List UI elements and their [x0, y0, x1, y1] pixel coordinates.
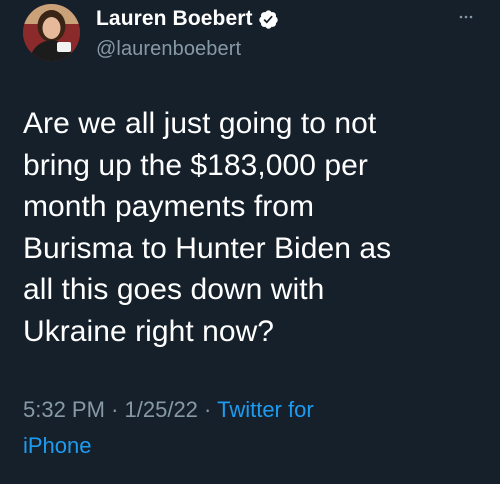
tweet-text: Are we all just going to not bring up th… [23, 103, 493, 352]
more-options-icon[interactable] [455, 6, 477, 28]
tweet: Lauren Boebert @laurenboebert Are we all… [0, 0, 500, 484]
meta-separator: · [204, 397, 212, 422]
tweet-text-line: Ukraine right now? [23, 314, 275, 348]
source-label-part2: iPhone [23, 433, 92, 458]
tweet-text-line: Are we all just going to not [23, 107, 377, 140]
display-name[interactable]: Lauren Boebert [96, 7, 253, 31]
tweet-text-line: Burisma to Hunter Biden as [23, 231, 392, 265]
tweet-text-line: bring up the $183,000 per [23, 148, 368, 182]
source-label-part1: Twitter for [217, 397, 314, 422]
avatar-image [23, 4, 80, 61]
tweet-text-line: all this goes down with [23, 273, 325, 306]
avatar[interactable] [23, 4, 80, 61]
tweet-text-line: month payments from [23, 190, 315, 223]
author-handle[interactable]: @laurenboebert [96, 38, 241, 61]
tweet-time[interactable]: 5:32 PM [23, 397, 105, 422]
author-name-row: Lauren Boebert [96, 6, 279, 32]
tweet-meta: 5:32 PM · 1/25/22 · Twitter for iPhone [23, 392, 483, 464]
verified-badge-icon [258, 9, 279, 30]
tweet-date[interactable]: 1/25/22 [125, 397, 198, 422]
meta-separator: · [111, 397, 119, 422]
